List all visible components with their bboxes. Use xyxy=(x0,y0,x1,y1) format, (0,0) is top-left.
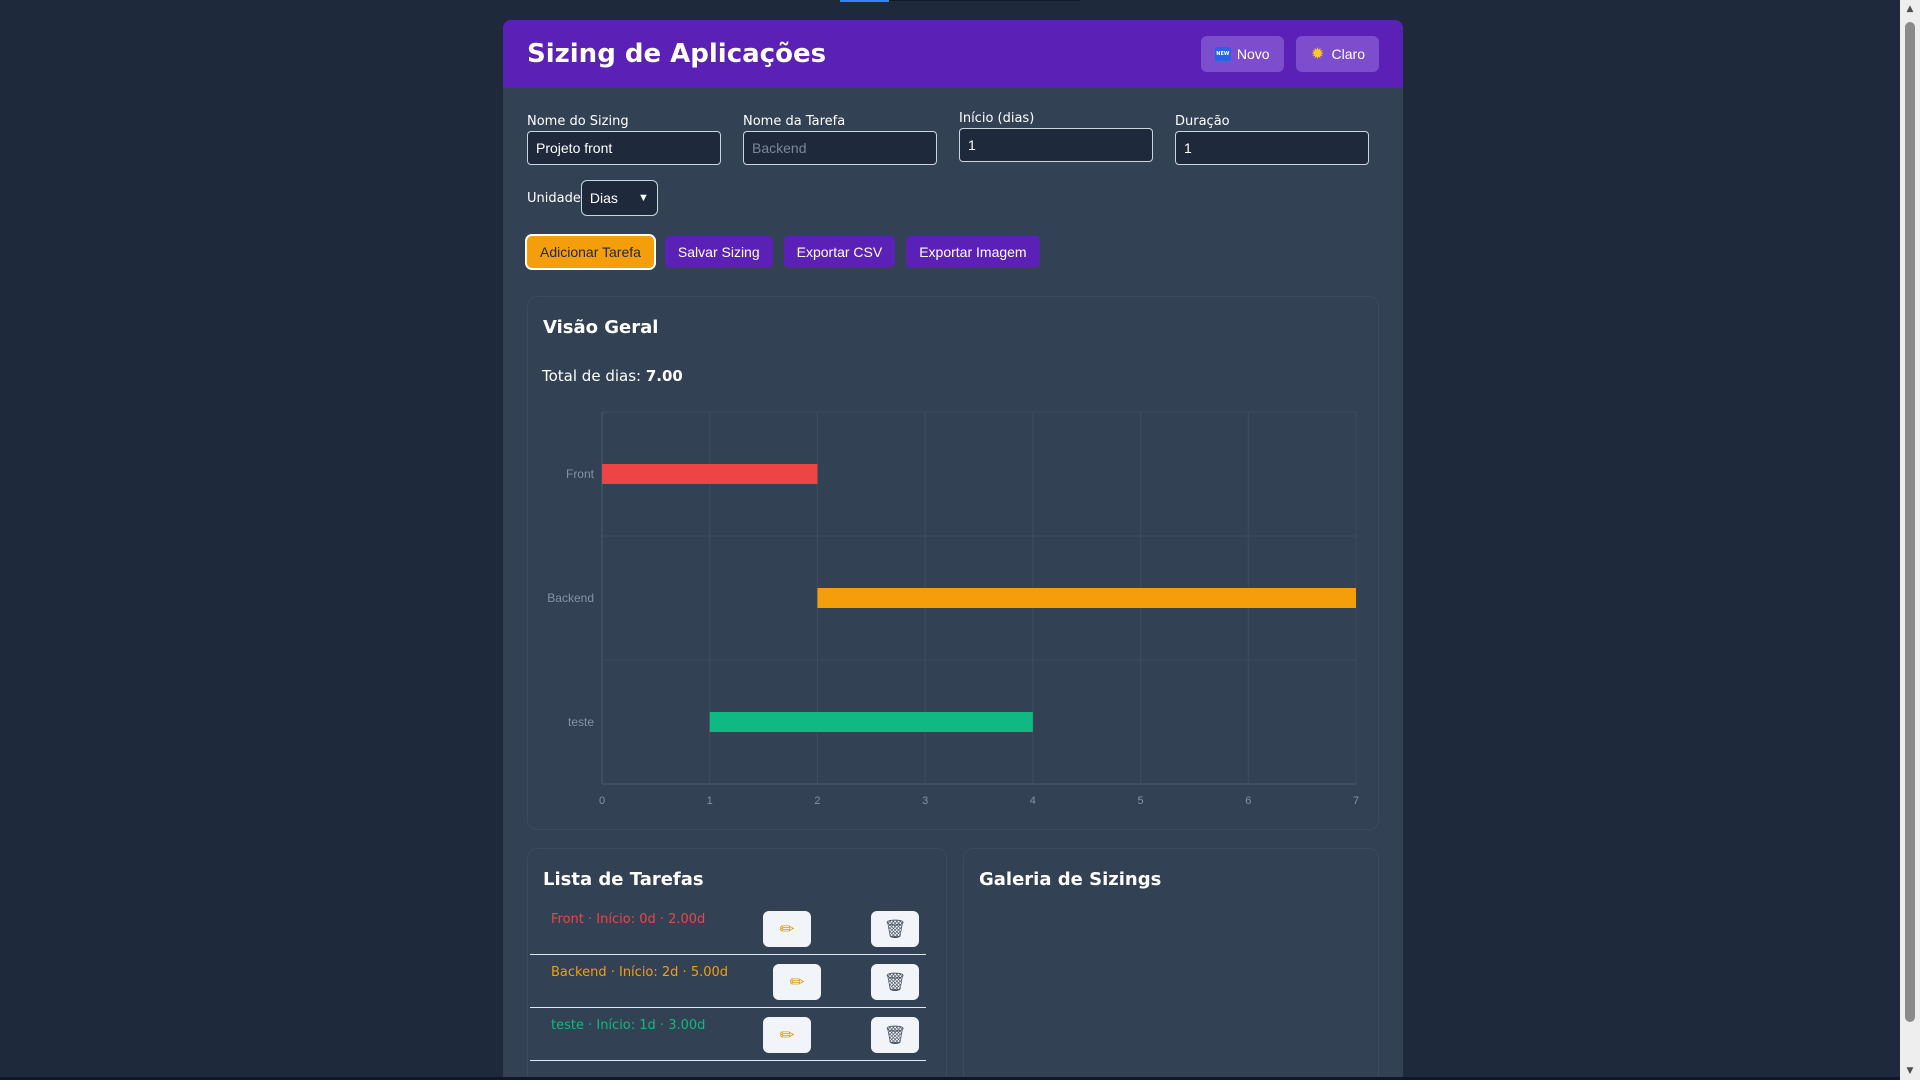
top-tab-indicator xyxy=(840,0,889,2)
x-tick-label: 7 xyxy=(1353,795,1359,807)
delete-button[interactable]: 🗑 xyxy=(871,1017,919,1053)
total-days-value: 7.00 xyxy=(645,367,683,385)
task-row-text: Front · Início: 0d · 2.00d xyxy=(551,912,706,927)
task-name-field: Nome da Tarefa Backend xyxy=(743,114,937,165)
y-tick-label: teste xyxy=(568,715,594,729)
pencil-icon: ✏ xyxy=(789,971,805,992)
task-row: teste · Início: 1d · 3.00d ✏ 🗑 xyxy=(530,1008,926,1061)
x-tick-label: 3 xyxy=(922,795,928,807)
duration-field: Duração 1 xyxy=(1175,114,1369,165)
task-list-title: Lista de Tarefas xyxy=(543,869,704,890)
delete-button[interactable]: 🗑 xyxy=(871,911,919,947)
action-buttons: Adicionar Tarefa Salvar Sizing Exportar … xyxy=(527,236,1040,268)
trash-icon: 🗑 xyxy=(883,918,907,939)
gantt-bar xyxy=(602,464,818,484)
new-button[interactable]: NEW Novo xyxy=(1200,36,1284,72)
task-name-label: Nome da Tarefa xyxy=(743,114,846,129)
scrollbar-thumb[interactable] xyxy=(1905,22,1915,1022)
edit-button[interactable]: ✏ xyxy=(773,964,821,1000)
x-tick-label: 5 xyxy=(1138,795,1144,807)
task-row: Backend · Início: 2d · 5.00d ✏ 🗑 xyxy=(530,955,926,1008)
x-tick-label: 1 xyxy=(707,795,713,807)
overview-title: Visão Geral xyxy=(543,317,659,338)
trash-icon: 🗑 xyxy=(883,1024,907,1045)
task-row-text: teste · Início: 1d · 3.00d xyxy=(551,1018,706,1033)
gallery-title: Galeria de Sizings xyxy=(979,869,1162,890)
unit-field: Unidade Dias ▼ xyxy=(527,180,658,216)
scroll-up-icon[interactable]: ▲ xyxy=(1900,0,1920,18)
sizing-name-field: Nome do Sizing Projeto front xyxy=(527,114,721,165)
gantt-bar xyxy=(709,712,1033,732)
y-tick-label: Backend xyxy=(547,591,594,605)
unit-select[interactable]: Dias ▼ xyxy=(580,180,658,216)
edit-button[interactable]: ✏ xyxy=(763,911,811,947)
export-csv-button[interactable]: Exportar CSV xyxy=(783,236,896,268)
page-title: Sizing de Aplicações xyxy=(527,39,827,69)
sizing-name-input[interactable]: Projeto front xyxy=(527,131,721,165)
total-days: Total de dias: 7.00 xyxy=(542,367,683,385)
theme-toggle-label: Claro xyxy=(1331,46,1365,62)
top-divider xyxy=(889,0,1080,1)
x-tick-label: 2 xyxy=(814,795,820,807)
gantt-bar xyxy=(817,588,1356,608)
start-field: Início (dias) 1 xyxy=(959,111,1153,162)
add-task-button[interactable]: Adicionar Tarefa xyxy=(527,236,654,268)
scroll-down-icon[interactable]: ▼ xyxy=(1900,1062,1920,1080)
duration-input[interactable]: 1 xyxy=(1175,131,1369,165)
edit-button[interactable]: ✏ xyxy=(763,1017,811,1053)
app-header: Sizing de Aplicações NEW Novo ✹ Claro xyxy=(503,20,1403,88)
x-tick-label: 4 xyxy=(1030,795,1036,807)
start-input[interactable]: 1 xyxy=(959,128,1153,162)
start-label: Início (dias) xyxy=(959,111,1035,126)
export-image-button[interactable]: Exportar Imagem xyxy=(906,236,1040,268)
duration-label: Duração xyxy=(1175,114,1230,129)
save-sizing-button[interactable]: Salvar Sizing xyxy=(664,236,773,268)
new-icon: NEW xyxy=(1214,47,1231,61)
task-name-input[interactable]: Backend xyxy=(743,131,937,165)
trash-icon: 🗑 xyxy=(883,971,907,992)
theme-toggle-button[interactable]: ✹ Claro xyxy=(1295,36,1379,72)
sun-icon: ✹ xyxy=(1310,46,1325,63)
chevron-down-icon: ▼ xyxy=(637,192,649,204)
unit-selected-value: Dias xyxy=(589,190,618,206)
pencil-icon: ✏ xyxy=(779,1024,795,1045)
task-row: Front · Início: 0d · 2.00d ✏ 🗑 xyxy=(530,902,926,955)
unit-label: Unidade xyxy=(527,190,581,206)
vertical-scrollbar[interactable]: ▲ ▼ xyxy=(1900,0,1920,1080)
pencil-icon: ✏ xyxy=(779,918,795,939)
delete-button[interactable]: 🗑 xyxy=(871,964,919,1000)
gallery-card: Galeria de Sizings xyxy=(963,848,1379,1080)
x-tick-label: 6 xyxy=(1245,795,1251,807)
x-tick-label: 0 xyxy=(599,795,605,807)
total-days-label: Total de dias: xyxy=(542,367,642,385)
gantt-chart: Front Backend teste 0 1 2 3 4 5 6 7 xyxy=(547,411,1359,807)
sizing-name-label: Nome do Sizing xyxy=(527,114,629,129)
task-row-text: Backend · Início: 2d · 5.00d xyxy=(551,965,729,980)
header-actions: NEW Novo ✹ Claro xyxy=(1200,36,1379,72)
y-tick-label: Front xyxy=(566,467,595,481)
new-button-label: Novo xyxy=(1236,46,1270,62)
